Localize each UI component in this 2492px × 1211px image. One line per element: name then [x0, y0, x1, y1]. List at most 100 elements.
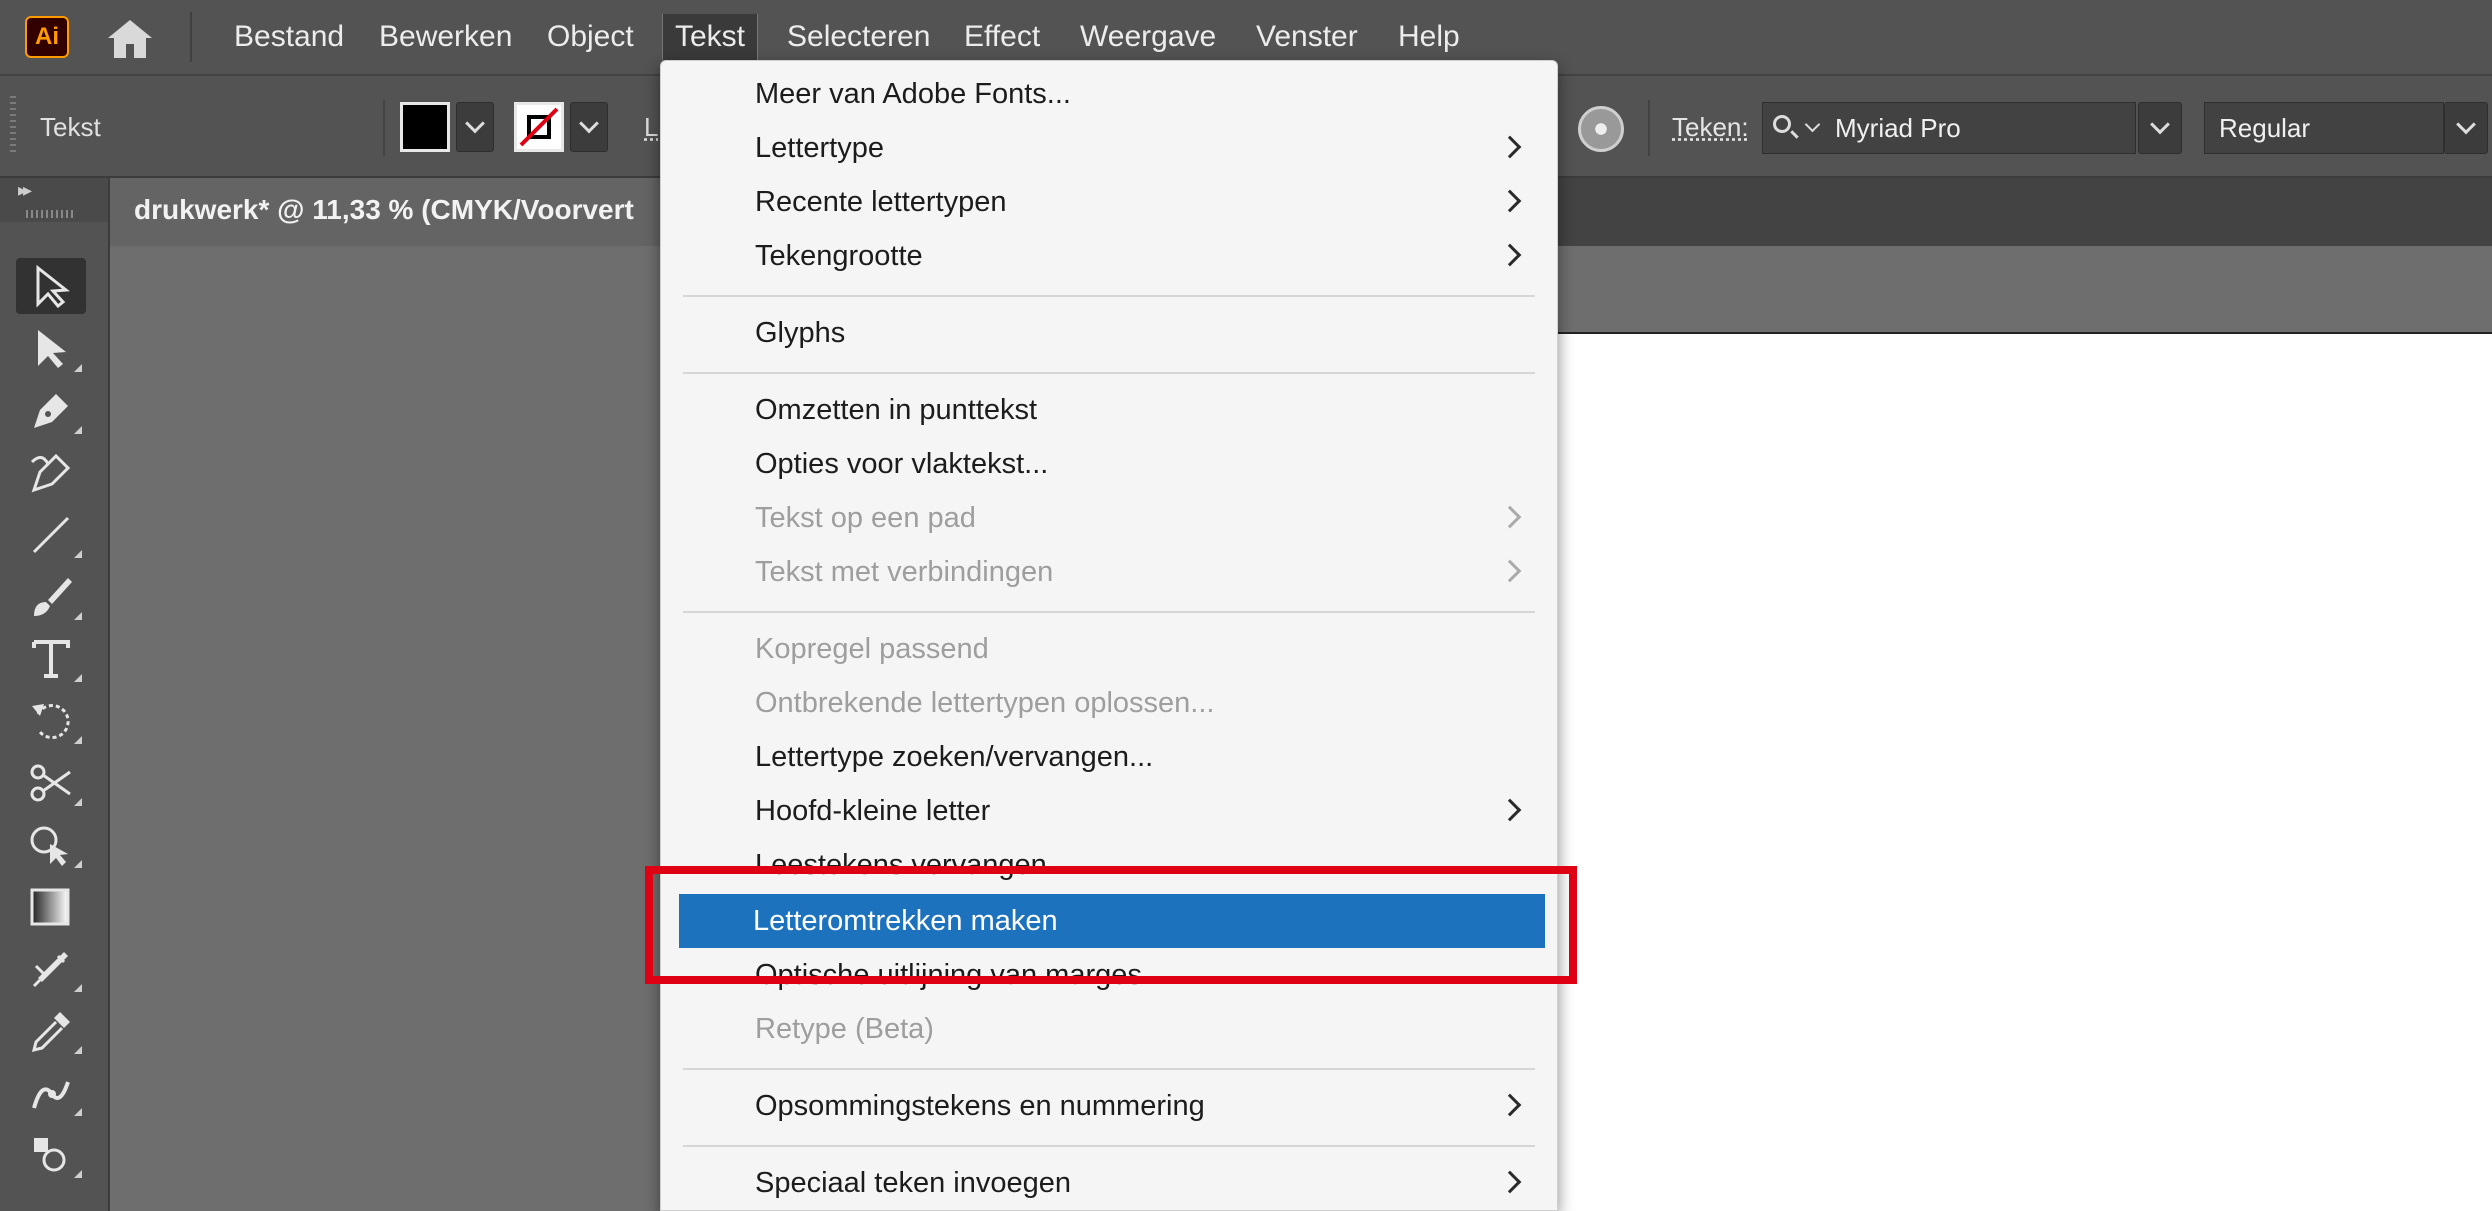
- home-icon[interactable]: [104, 16, 156, 60]
- menu-weergave[interactable]: Weergave: [1068, 14, 1228, 60]
- recolor-artwork-icon[interactable]: [1578, 106, 1624, 152]
- menu-item-label: Glyphs: [755, 317, 846, 349]
- menu-item-label: Recente lettertypen: [755, 186, 1007, 218]
- menu-item-hoofd-kleine-letter[interactable]: Hoofd-kleine letter: [661, 784, 1557, 838]
- menu-bestand[interactable]: Bestand: [222, 14, 356, 60]
- menu-item-label: Speciaal teken invoegen: [755, 1167, 1072, 1199]
- chevron-down-icon: [2456, 114, 2476, 135]
- font-family-value: Myriad Pro: [1835, 113, 1961, 143]
- stroke-swatch[interactable]: [514, 102, 564, 152]
- chevron-right-icon: [1498, 559, 1522, 583]
- puppet-warp-tool[interactable]: [16, 1064, 86, 1120]
- menu-item-label: Retype (Beta): [755, 1013, 934, 1045]
- menu-item-label: Meer van Adobe Fonts...: [755, 78, 1071, 110]
- menu-item-omzetten-in-punttekst[interactable]: Omzetten in punttekst: [661, 383, 1557, 437]
- symbol-sprayer-tool[interactable]: [16, 1126, 86, 1182]
- selection-tool[interactable]: [16, 258, 86, 314]
- menu-item-label: Hoofd-kleine letter: [755, 795, 991, 827]
- document-tab-title: drukwerk* @ 11,33 % (CMYK/Voorvert: [134, 194, 634, 225]
- menu-item-lettertype[interactable]: Lettertype: [661, 121, 1557, 175]
- menu-item-label: Lettertype: [755, 132, 884, 164]
- chevron-right-icon: [1498, 1093, 1522, 1117]
- expand-arrows-icon[interactable]: ▸▸: [18, 180, 32, 201]
- puppet-warp-icon: [32, 1081, 70, 1109]
- paintbrush-tool[interactable]: [16, 568, 86, 624]
- menu-item-label: Tekengrootte: [755, 240, 923, 272]
- panel-grip[interactable]: [26, 210, 76, 218]
- rotate-icon: [32, 704, 70, 740]
- arrow-icon: [36, 264, 70, 309]
- menu-item-meer-van-adobe-fonts[interactable]: Meer van Adobe Fonts...: [661, 67, 1557, 121]
- tekst-menu-dropdown: Meer van Adobe Fonts... Lettertype Recen…: [660, 60, 1558, 1211]
- chevron-down-icon: [579, 113, 599, 134]
- menu-item-tekst-met-verbindingen: Tekst met verbindingen: [661, 545, 1557, 599]
- scissors-tool[interactable]: [16, 754, 86, 810]
- annotation-highlight-frame: [645, 866, 1577, 984]
- menu-tekst[interactable]: Tekst: [662, 14, 759, 60]
- chevron-right-icon: [1498, 798, 1522, 822]
- tools-panel-header[interactable]: ▸▸: [0, 178, 108, 222]
- chevron-right-icon: [1498, 505, 1522, 529]
- menu-help[interactable]: Help: [1386, 14, 1472, 60]
- fill-dropdown[interactable]: [456, 102, 494, 152]
- control-separator: [383, 100, 385, 156]
- direct-selection-tool[interactable]: [16, 320, 86, 376]
- menu-object[interactable]: Object: [535, 14, 646, 60]
- menu-item-label: Omzetten in punttekst: [755, 394, 1038, 426]
- symbol-sprayer-icon: [34, 1138, 66, 1172]
- brush-icon: [34, 578, 72, 616]
- curvature-pen-icon: [30, 453, 71, 493]
- menu-item-label: Lettertype zoeken/vervangen...: [755, 741, 1154, 773]
- mesh-tool[interactable]: [16, 940, 86, 996]
- control-bar-grip[interactable]: [10, 96, 16, 156]
- character-panel-link[interactable]: Teken:: [1672, 112, 1749, 143]
- menu-item-label: Ontbrekende lettertypen oplossen...: [755, 687, 1215, 719]
- eyedropper-tool[interactable]: [16, 1002, 86, 1058]
- stroke-label-partial[interactable]: L: [644, 112, 658, 143]
- font-family-input[interactable]: Myriad Pro: [1762, 102, 2136, 154]
- context-label: Tekst: [40, 112, 101, 142]
- menu-item-recente-lettertypen[interactable]: Recente lettertypen: [661, 175, 1557, 229]
- illustrator-logo: Ai: [25, 16, 69, 58]
- menu-item-retype-beta: Retype (Beta): [661, 1002, 1557, 1056]
- document-tab[interactable]: drukwerk* @ 11,33 % (CMYK/Voorvert: [110, 178, 670, 246]
- type-tool[interactable]: [16, 630, 86, 686]
- white-arrow-icon: [38, 330, 66, 368]
- no-stroke-icon: [519, 107, 559, 147]
- menu-selecteren[interactable]: Selecteren: [775, 14, 942, 60]
- fill-swatch[interactable]: [400, 102, 450, 152]
- menu-item-label: Opsommingstekens en nummering: [755, 1090, 1205, 1122]
- pen-icon: [34, 394, 68, 428]
- menu-item-lettertype-zoeken-vervangen[interactable]: Lettertype zoeken/vervangen...: [661, 730, 1557, 784]
- pen-tool[interactable]: [16, 382, 86, 438]
- chevron-down-icon: [1804, 116, 1821, 133]
- rotate-tool[interactable]: [16, 692, 86, 748]
- font-style-input[interactable]: Regular: [2204, 102, 2444, 154]
- artboard[interactable]: [1555, 332, 2492, 1211]
- curvature-tool[interactable]: [16, 444, 86, 500]
- menu-item-label: Kopregel passend: [755, 633, 989, 665]
- menu-effect[interactable]: Effect: [952, 14, 1052, 60]
- gradient-tool[interactable]: [16, 878, 86, 934]
- chevron-right-icon: [1498, 243, 1522, 267]
- menu-venster[interactable]: Venster: [1244, 14, 1370, 60]
- menu-item-label: Tekst met verbindingen: [755, 556, 1054, 588]
- font-family-dropdown[interactable]: [2138, 102, 2182, 154]
- search-icon: [1773, 115, 1791, 133]
- tools-panel: ▸▸: [0, 178, 110, 1211]
- menu-separator: [683, 1145, 1535, 1147]
- menu-item-kopregel-passend: Kopregel passend: [661, 622, 1557, 676]
- shape-builder-tool[interactable]: [16, 816, 86, 872]
- chevron-right-icon: [1498, 189, 1522, 213]
- menu-item-tekengrootte[interactable]: Tekengrootte: [661, 229, 1557, 283]
- gradient-icon: [30, 888, 70, 926]
- eyedropper-icon: [31, 1012, 70, 1053]
- stroke-dropdown[interactable]: [570, 102, 608, 152]
- menu-item-speciaal-teken-invoegen[interactable]: Speciaal teken invoegen: [661, 1156, 1557, 1210]
- line-tool[interactable]: [16, 506, 86, 562]
- menu-item-glyphs[interactable]: Glyphs: [661, 306, 1557, 360]
- menu-bewerken[interactable]: Bewerken: [367, 14, 524, 60]
- font-style-dropdown[interactable]: [2444, 102, 2488, 154]
- menu-item-opsommingstekens-en-nummering[interactable]: Opsommingstekens en nummering: [661, 1079, 1557, 1133]
- menu-item-opties-voor-vlaktekst[interactable]: Opties voor vlaktekst...: [661, 437, 1557, 491]
